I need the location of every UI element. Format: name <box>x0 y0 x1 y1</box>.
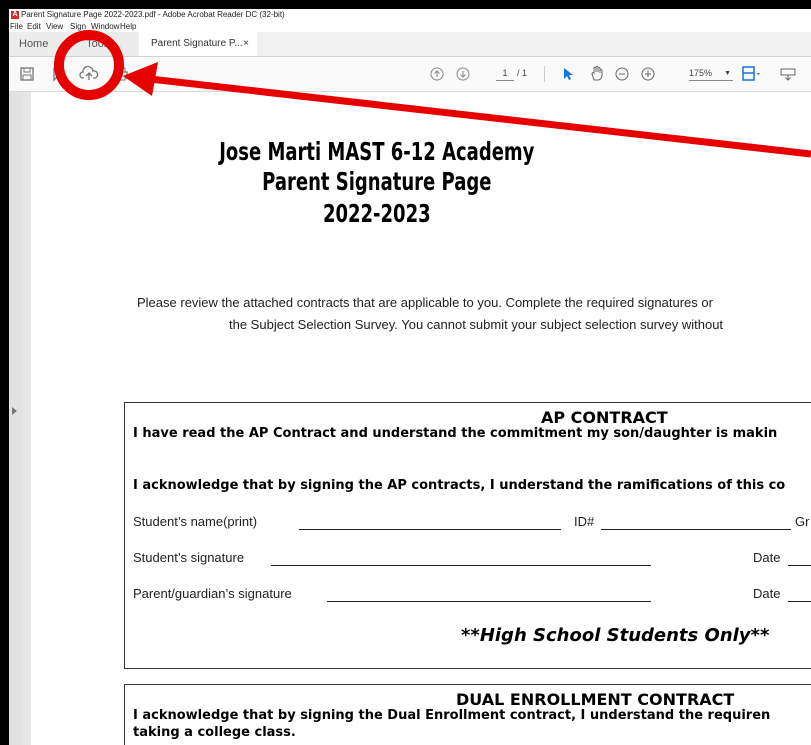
menu-edit[interactable]: Edit <box>27 21 41 32</box>
acrobat-icon: A <box>11 11 19 19</box>
keyboard-icon[interactable] <box>779 66 799 82</box>
select-arrow-icon[interactable] <box>561 66 575 82</box>
grade-label: Gr <box>795 514 810 529</box>
ap-title: AP CONTRACT <box>541 408 668 427</box>
dual-title: DUAL ENROLLMENT CONTRACT <box>456 690 735 709</box>
fit-page-icon[interactable] <box>741 65 763 83</box>
parent-signature-line[interactable] <box>327 601 651 602</box>
tab-document[interactable]: Parent Signature P... × <box>139 32 257 56</box>
menu-bar: File Edit View Sign Window Help <box>9 21 811 32</box>
student-name-label: Student’s name(print) <box>133 514 258 529</box>
high-school-note: **High School Students Only** <box>461 625 770 646</box>
page-number-input[interactable]: 1 <box>496 67 514 81</box>
dual-line-2: taking a college class. <box>133 725 296 740</box>
tab-tools[interactable]: Tools <box>61 32 137 56</box>
menu-help[interactable]: Help <box>120 21 136 32</box>
tab-home[interactable]: Home <box>9 32 61 56</box>
bookmark-icon[interactable] <box>51 66 65 82</box>
id-line[interactable] <box>601 529 791 530</box>
next-page-icon[interactable] <box>456 67 470 81</box>
ap-line-1: I have read the AP Contract and understa… <box>133 426 778 441</box>
school-name: Jose Marti MAST 6-12 Academy <box>219 137 535 166</box>
search-icon[interactable] <box>143 66 159 82</box>
save-icon[interactable] <box>19 66 35 82</box>
upload-cloud-icon[interactable] <box>79 65 99 83</box>
title-bar: A Parent Signature Page 2022-2023.pdf - … <box>9 9 811 21</box>
dual-enrollment-box: DUAL ENROLLMENT CONTRACT I acknowledge t… <box>124 684 811 745</box>
menu-sign[interactable]: Sign <box>70 21 86 32</box>
zoom-in-icon[interactable] <box>641 67 655 81</box>
hand-icon[interactable] <box>589 65 605 83</box>
toolbar-divider <box>544 66 545 82</box>
expand-arrow-icon <box>12 407 17 415</box>
side-panel-toggle[interactable] <box>9 92 23 745</box>
parent-date-line[interactable] <box>788 601 811 602</box>
toolbar: 1 / 1 175% ▼ <box>9 57 811 92</box>
student-signature-label: Student’s signature <box>133 550 245 565</box>
ap-line-2: I acknowledge that by signing the AP con… <box>133 478 786 493</box>
tab-bar: Home Tools Parent Signature P... × <box>9 32 811 57</box>
menu-file[interactable]: File <box>10 21 23 32</box>
dual-line-1: I acknowledge that by signing the Dual E… <box>133 708 771 723</box>
intro-line-2: the Subject Selection Survey. You cannot… <box>229 317 724 332</box>
parent-date-label: Date <box>753 586 781 601</box>
doc-year: 2022-2023 <box>322 199 431 228</box>
close-tab-icon[interactable]: × <box>243 32 249 56</box>
id-label: ID# <box>574 514 595 529</box>
pdf-page: Jose Marti MAST 6-12 Academy Parent Sign… <box>31 92 811 745</box>
page-total: / 1 <box>517 68 528 78</box>
prev-page-icon[interactable] <box>430 67 444 81</box>
window-title: Parent Signature Page 2022-2023.pdf - Ad… <box>21 10 285 19</box>
student-date-label: Date <box>753 550 781 565</box>
tab-document-label: Parent Signature P... <box>151 38 243 49</box>
zoom-select[interactable]: 175% ▼ <box>689 67 733 81</box>
acrobat-window: A Parent Signature Page 2022-2023.pdf - … <box>9 9 811 745</box>
chevron-down-icon: ▼ <box>724 70 731 77</box>
doc-heading: Parent Signature Page <box>262 167 492 196</box>
student-name-line[interactable] <box>299 529 561 530</box>
zoom-value: 175% <box>689 68 713 78</box>
zoom-out-icon[interactable] <box>615 67 629 81</box>
parent-signature-label: Parent/guardian’s signature <box>133 586 292 601</box>
student-signature-line[interactable] <box>271 565 651 566</box>
menu-view[interactable]: View <box>46 21 63 32</box>
student-date-line[interactable] <box>788 565 811 566</box>
intro-line-1: Please review the attached contracts tha… <box>137 295 713 310</box>
print-icon[interactable] <box>113 66 129 82</box>
menu-window[interactable]: Window <box>91 21 119 32</box>
ap-contract-box: AP CONTRACT I have read the AP Contract … <box>124 402 811 669</box>
